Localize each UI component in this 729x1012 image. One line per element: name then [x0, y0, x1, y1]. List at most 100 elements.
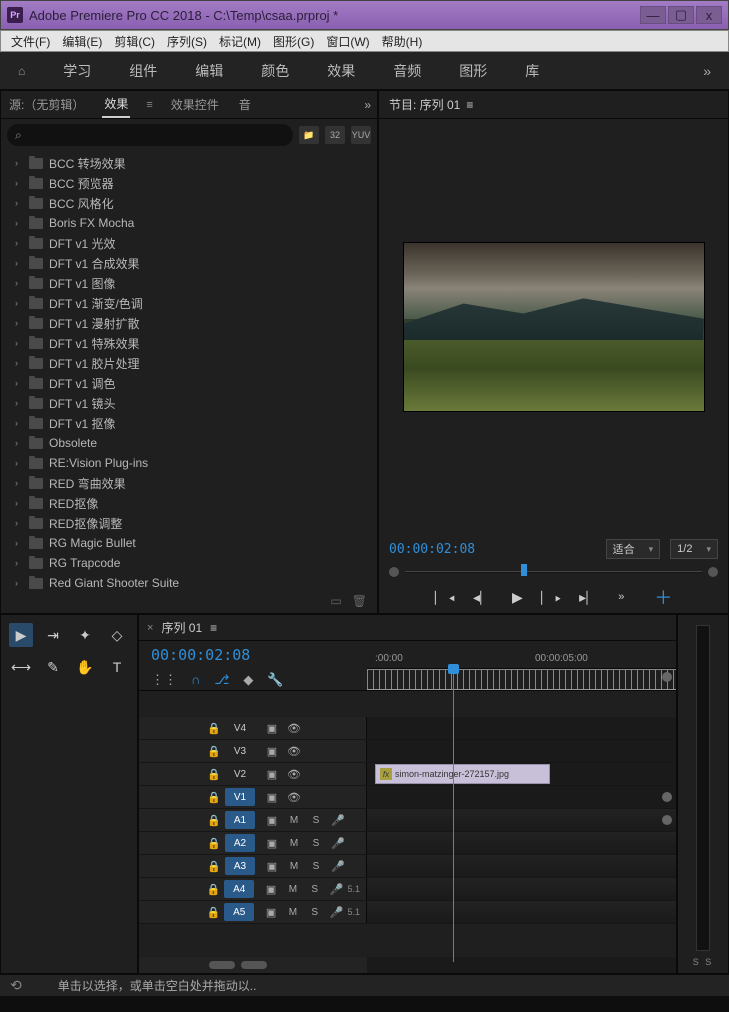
mute-button[interactable]: M [283, 838, 305, 849]
lock-icon[interactable]: 🔒 [203, 745, 225, 758]
solo-button[interactable]: S [305, 838, 327, 849]
linked-selection-icon[interactable]: ⎇ [214, 672, 229, 688]
toggle-output-icon[interactable]: ▣ [261, 860, 283, 873]
ws-color[interactable]: 颜色 [261, 61, 289, 81]
delete-icon[interactable]: 🗑 [352, 594, 367, 608]
effects-folder[interactable]: ›DFT v1 图像 [1, 273, 377, 293]
track-content[interactable] [367, 901, 676, 923]
step-back-button[interactable]: ◂⎸ [473, 589, 494, 606]
lock-icon[interactable]: 🔒 [203, 814, 225, 827]
lock-icon[interactable]: 🔒 [203, 860, 225, 873]
wrench-icon[interactable]: 🔧 [267, 672, 283, 688]
track-label[interactable]: V1 [225, 788, 255, 806]
track-label[interactable]: V4 [225, 719, 255, 737]
ws-editing[interactable]: 编辑 [195, 61, 223, 81]
sequence-title[interactable]: 序列 01 [161, 619, 202, 636]
mark-in-button[interactable]: ⎸◂ [435, 589, 455, 606]
track-label[interactable]: A3 [225, 857, 255, 875]
tab-effects[interactable]: 效果 [102, 91, 130, 118]
lock-icon[interactable]: 🔒 [203, 883, 225, 896]
filter-accel-icon[interactable]: 📁 [299, 126, 319, 144]
panel-overflow[interactable]: » [364, 98, 371, 112]
effects-search[interactable]: ⌕ [7, 124, 293, 146]
effects-folder[interactable]: ›BCC 预览器 [1, 173, 377, 193]
effects-folder[interactable]: ›RE:Vision Plug-ins [1, 453, 377, 473]
effects-folder[interactable]: ›RED抠像 [1, 493, 377, 513]
toggle-output-icon[interactable]: ▣ [260, 906, 282, 919]
menu-graphics[interactable]: 图形(G) [267, 31, 320, 52]
lock-icon[interactable]: 🔒 [203, 906, 225, 919]
slip-tool[interactable]: ⟷ [9, 655, 33, 679]
voice-over-icon[interactable]: 🎤 [327, 814, 349, 827]
track-content[interactable]: fxsimon-matzinger-272157.jpg [367, 763, 676, 785]
menu-file[interactable]: 文件(F) [5, 31, 56, 52]
tab-effect-controls[interactable]: 效果控件 [169, 92, 221, 117]
lock-icon[interactable]: 🔒 [203, 791, 225, 804]
play-button[interactable]: ▶ [512, 589, 523, 606]
effects-folder[interactable]: ›DFT v1 合成效果 [1, 253, 377, 273]
workspace-overflow[interactable]: » [703, 63, 711, 79]
program-monitor[interactable] [379, 119, 728, 535]
mark-out-button[interactable]: ▸⎸ [579, 589, 600, 606]
track-select-tool[interactable]: ⇥ [41, 623, 65, 647]
effects-folder[interactable]: ›Boris FX Mocha [1, 213, 377, 233]
video-track[interactable]: 🔒V2▣👁fxsimon-matzinger-272157.jpg [139, 763, 676, 786]
effects-folder[interactable]: ›DFT v1 漫射扩散 [1, 313, 377, 333]
lock-icon[interactable]: 🔒 [203, 722, 225, 735]
track-content[interactable] [367, 855, 676, 877]
new-bin-icon[interactable]: ▭ [330, 594, 341, 608]
ws-audio[interactable]: 音频 [393, 61, 421, 81]
video-track[interactable]: 🔒V1▣👁 [139, 786, 676, 809]
timeline-horizontal-scroll[interactable] [367, 957, 676, 973]
toggle-visibility-icon[interactable]: 👁 [283, 722, 305, 735]
toggle-visibility-icon[interactable]: 👁 [283, 745, 305, 758]
timeline-playhead[interactable] [453, 666, 454, 962]
ws-learn[interactable]: 学习 [63, 61, 91, 81]
ws-libraries[interactable]: 库 [525, 61, 539, 81]
step-forward-button[interactable]: ⎸▸ [541, 589, 561, 606]
effects-folder[interactable]: ›Obsolete [1, 433, 377, 453]
track-content[interactable] [367, 832, 676, 854]
ws-graphics[interactable]: 图形 [459, 61, 487, 81]
program-scrub[interactable] [379, 563, 728, 581]
track-content[interactable] [367, 878, 676, 900]
panel-menu-icon[interactable]: ≡ [146, 99, 152, 111]
marker-icon[interactable]: ◆ [243, 672, 253, 688]
close-sequence-icon[interactable]: × [147, 622, 153, 634]
track-height-scroll-2[interactable] [241, 961, 267, 969]
keyframe-dot[interactable] [662, 815, 672, 825]
keyframe-dot[interactable] [662, 792, 672, 802]
track-label[interactable]: V3 [225, 742, 255, 760]
menu-markers[interactable]: 标记(M) [213, 31, 267, 52]
hand-tool[interactable]: ✋ [73, 655, 97, 679]
razor-tool[interactable]: ◇ [105, 623, 129, 647]
effects-folder[interactable]: ›DFT v1 镜头 [1, 393, 377, 413]
solo-button[interactable]: S [304, 884, 326, 895]
effects-folder[interactable]: ›RG Trapcode [1, 553, 377, 573]
scrub-end[interactable] [708, 567, 718, 577]
selection-tool[interactable]: ▶ [9, 623, 33, 647]
toggle-visibility-icon[interactable]: 👁 [283, 768, 305, 781]
resolution-dropdown[interactable]: 1/2▾ [670, 539, 718, 559]
effects-folder[interactable]: ›DFT v1 调色 [1, 373, 377, 393]
ripple-edit-tool[interactable]: ✦ [73, 623, 97, 647]
timeline-timecode[interactable]: 00:00:02:08 [151, 646, 250, 664]
effects-tree[interactable]: ›BCC 转场效果›BCC 预览器›BCC 风格化›Boris FX Mocha… [1, 151, 377, 589]
home-icon[interactable]: ⌂ [18, 64, 25, 78]
voice-over-icon[interactable]: 🎤 [327, 860, 349, 873]
close-button[interactable]: x [696, 6, 722, 24]
voice-over-icon[interactable]: 🎤 [327, 837, 349, 850]
filter-32-icon[interactable]: 32 [325, 126, 345, 144]
sync-icon[interactable]: ⟲ [10, 977, 22, 994]
scrub-start[interactable] [389, 567, 399, 577]
maximize-button[interactable]: ▢ [668, 6, 694, 24]
video-track[interactable]: 🔒V3▣👁 [139, 740, 676, 763]
ws-effects[interactable]: 效果 [327, 61, 355, 81]
timeline-settings-icon[interactable]: ⋮⋮ [151, 672, 177, 688]
effects-folder[interactable]: ›BCC 风格化 [1, 193, 377, 213]
pen-tool[interactable]: ✎ [41, 655, 65, 679]
audio-track[interactable]: 🔒A2▣MS🎤 [139, 832, 676, 855]
toggle-output-icon[interactable]: ▣ [261, 791, 283, 804]
timeline-menu-icon[interactable]: ≡ [210, 621, 217, 635]
menu-window[interactable]: 窗口(W) [320, 31, 375, 52]
